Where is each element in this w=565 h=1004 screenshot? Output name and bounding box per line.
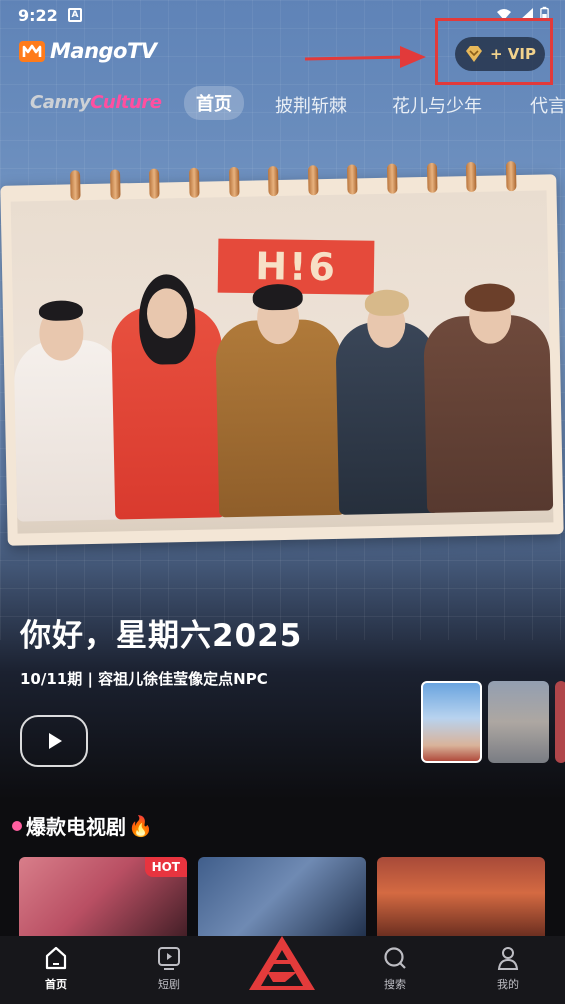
calendar-ring [426, 162, 438, 193]
mango-logo-icon [19, 41, 45, 62]
drama-card[interactable]: HOT [19, 857, 187, 947]
nav-home[interactable]: 首页 [26, 944, 86, 992]
play-button[interactable] [20, 715, 88, 767]
calendar-ring [149, 168, 160, 199]
fire-icon: 🔥 [128, 813, 153, 838]
nav-profile[interactable]: 我的 [478, 944, 538, 992]
section-title-text: 爆款电视剧 [26, 815, 126, 839]
section-title: 爆款电视剧 🔥 [12, 811, 153, 840]
calendar-ring [386, 163, 398, 194]
person-figure [423, 314, 554, 513]
show-badge: H!6 [217, 238, 375, 295]
vip-button[interactable]: + VIP [455, 37, 545, 71]
hot-badge: HOT [144, 857, 187, 877]
nav-search-label: 搜索 [384, 978, 406, 991]
section-dot-icon [12, 820, 22, 831]
short-drama-icon [158, 947, 180, 970]
hero-thumbnail[interactable] [555, 681, 565, 763]
annotation-arrow [304, 46, 426, 68]
mango-logo-icon[interactable] [245, 932, 319, 994]
hero-thumbnails [421, 681, 565, 763]
person-hair [38, 300, 84, 322]
diamond-icon [466, 46, 482, 62]
channel-tabs: CannyCulture 首页 披荆斩棘 花儿与少年 代言 [0, 86, 565, 126]
hero-poster[interactable]: H!6 [0, 161, 564, 546]
search-icon [384, 947, 406, 969]
mangotv-logo[interactable]: MangoTV [18, 38, 157, 64]
logo-text: MangoTV [50, 39, 157, 63]
hero-thumbnail-active[interactable] [421, 681, 482, 763]
notification-badge: A [68, 8, 82, 22]
poster-image: H!6 [10, 190, 554, 534]
person-figure [215, 318, 346, 518]
brand-text-part1: Canny [30, 92, 91, 113]
calendar-ring [268, 166, 279, 197]
hero-title[interactable]: 你好，星期六2025 [20, 610, 302, 655]
status-time: 9:22 [18, 6, 58, 25]
calendar-ring [109, 169, 121, 200]
person-hair [464, 283, 516, 313]
nav-search[interactable]: 搜索 [365, 944, 425, 992]
hero-thumbnail[interactable] [488, 681, 549, 763]
tab-daiyan[interactable]: 代言 [530, 92, 565, 118]
person-hair [364, 289, 410, 317]
nav-home-label: 首页 [45, 978, 67, 991]
tab-canny-culture[interactable]: CannyCulture [30, 92, 162, 113]
hero-subtitle: 10/11期 | 容祖儿徐佳莹像定点NPC [20, 670, 268, 688]
tab-pijing-zhanji[interactable]: 披荆斩棘 [275, 92, 347, 118]
home-icon [45, 946, 67, 970]
nav-short-drama[interactable]: 短剧 [139, 944, 199, 992]
nav-short-drama-label: 短剧 [158, 978, 180, 991]
calendar-ring [228, 166, 240, 198]
profile-icon [497, 947, 519, 970]
calendar-ring [188, 167, 200, 198]
vip-label: + VIP [490, 45, 536, 63]
play-icon [49, 733, 62, 749]
tab-huaer-yu-shaonian[interactable]: 花儿与少年 [392, 92, 482, 118]
person-figure [13, 339, 126, 522]
person-hair [252, 283, 303, 311]
calendar-ring [505, 161, 517, 192]
calendar-ring [307, 165, 319, 196]
calendar-ring [69, 170, 81, 201]
calendar-ring [347, 164, 358, 195]
show-badge-text: H!6 [254, 244, 338, 290]
calendar-ring [466, 161, 477, 193]
drama-card[interactable] [377, 857, 545, 947]
tab-home[interactable]: 首页 [184, 86, 244, 120]
nav-profile-label: 我的 [497, 978, 519, 991]
brand-text-part2: Culture [90, 92, 162, 113]
